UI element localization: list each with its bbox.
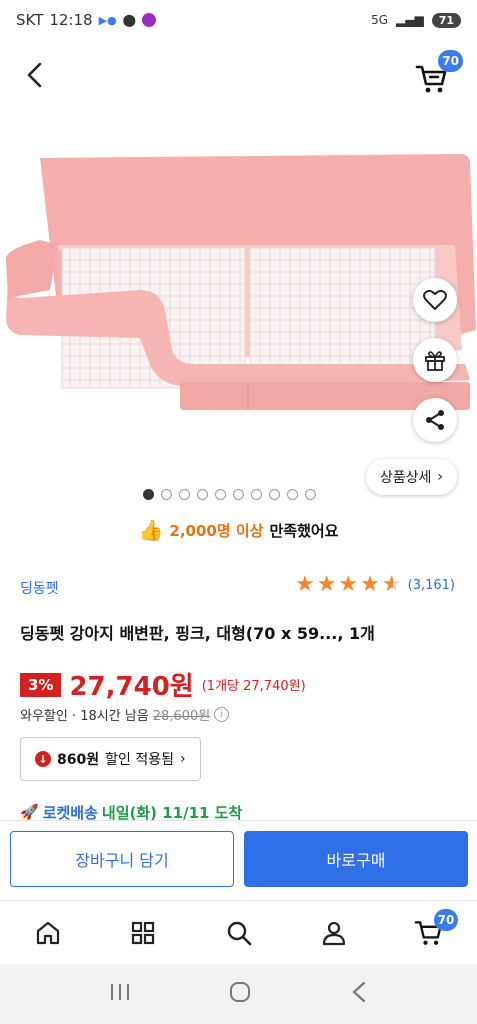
- add-to-cart-button[interactable]: 장바구니 담기: [10, 831, 234, 887]
- star-icon: ★: [316, 572, 337, 597]
- share-icon: [426, 410, 444, 430]
- header-cart-button[interactable]: 70: [413, 50, 463, 96]
- coupon-discount-button[interactable]: ↓ 860원 할인 적용됨 ›: [20, 737, 201, 781]
- brand-link[interactable]: 딩동펫: [20, 578, 59, 598]
- product-image-gallery[interactable]: 상품상세 ›: [0, 110, 477, 510]
- gift-button[interactable]: [413, 338, 457, 382]
- notification-icon: ▶●: [98, 13, 117, 27]
- satisfaction-count: 2,000명 이상: [169, 521, 264, 540]
- nav-cart[interactable]: 70: [382, 901, 477, 964]
- down-arrow-icon: ↓: [35, 751, 51, 767]
- home-icon: [36, 921, 59, 944]
- pagination-dot[interactable]: [233, 489, 244, 500]
- pill-icon: ⬤: [122, 13, 137, 27]
- product-title: 딩동펫 강아지 배변판, 핑크, 대형(70 x 59..., 1개: [20, 624, 375, 643]
- search-icon: [227, 921, 251, 945]
- bottom-navigation: 70: [0, 900, 477, 964]
- signal-icon: ▂▄▆: [396, 13, 424, 27]
- discount-badge: 3%: [20, 672, 62, 697]
- star-icon: ★: [360, 572, 380, 597]
- unit-price: (1개당 27,740원): [201, 679, 306, 694]
- delivery-info: 🚀 로켓배송 내일(화) 11/11 도착: [20, 802, 242, 822]
- top-navigation: 70: [0, 50, 477, 100]
- coupon-amount: 860원: [57, 752, 100, 768]
- buy-now-button[interactable]: 바로구매: [244, 831, 468, 887]
- home-circle-icon: [230, 982, 251, 1002]
- recent-apps-button[interactable]: [108, 982, 132, 1006]
- satisfaction-suffix: 만족했어요: [269, 521, 339, 540]
- wow-discount-row: 와우할인 · 18시간 남음 28,600원 i: [20, 705, 230, 724]
- carrier-label: SKT: [16, 11, 44, 29]
- wishlist-button[interactable]: [413, 278, 457, 322]
- pagination-dot[interactable]: [143, 489, 154, 500]
- delivery-date: 내일(화) 11/11 도착: [101, 803, 243, 822]
- thumbs-up-icon: 👍: [138, 518, 164, 542]
- pagination-dot[interactable]: [287, 489, 298, 500]
- wow-discount-label: 와우할인 · 18시간 남음: [20, 709, 149, 724]
- network-label: 5G: [371, 13, 388, 27]
- original-price: 28,600원: [152, 709, 211, 724]
- cart-count-badge: 70: [433, 909, 459, 931]
- half-star-icon: ★: [381, 572, 402, 597]
- pagination-dot[interactable]: [251, 489, 262, 500]
- pagination-dot[interactable]: [197, 489, 208, 500]
- image-pagination: [143, 489, 316, 500]
- purchase-action-bar: 장바구니 담기 바로구매: [0, 820, 477, 900]
- pagination-dot[interactable]: [161, 489, 172, 500]
- user-icon: [322, 921, 346, 945]
- info-icon[interactable]: i: [214, 707, 230, 722]
- pagination-dot[interactable]: [215, 489, 226, 500]
- rocket-icon: 🚀: [20, 803, 39, 821]
- cart-count-badge: 70: [438, 50, 463, 72]
- app-notification-icon: [142, 13, 157, 27]
- heart-icon: [423, 289, 447, 311]
- pagination-dot[interactable]: [305, 489, 316, 500]
- battery-indicator: 71: [431, 12, 461, 28]
- pagination-dot[interactable]: [269, 489, 280, 500]
- nav-home[interactable]: [0, 901, 95, 964]
- nav-category[interactable]: [95, 901, 190, 964]
- share-button[interactable]: [413, 398, 457, 442]
- status-bar: SKT 12:18 ▶● ⬤ 5G ▂▄▆ 71: [0, 0, 477, 40]
- chevron-right-icon: ›: [437, 469, 443, 485]
- recent-apps-icon: [111, 984, 130, 1000]
- system-navigation-bar: [0, 964, 477, 1024]
- satisfaction-banner: 👍 2,000명 이상 만족했어요: [0, 518, 477, 542]
- pagination-dot[interactable]: [179, 489, 190, 500]
- price-row: 3% 27,740원 (1개당 27,740원): [20, 666, 306, 703]
- product-image: [5, 154, 476, 410]
- rocket-delivery-label: 로켓배송: [42, 803, 98, 822]
- product-detail-button[interactable]: 상품상세 ›: [365, 459, 457, 495]
- category-icon: [132, 921, 155, 944]
- product-detail-label: 상품상세: [379, 470, 432, 486]
- nav-search[interactable]: [191, 901, 286, 964]
- clock: 12:18: [49, 11, 93, 29]
- back-icon: [352, 981, 365, 1003]
- home-system-button[interactable]: [228, 980, 252, 1008]
- system-back-button[interactable]: [349, 980, 369, 1008]
- back-button[interactable]: [18, 58, 52, 92]
- sale-price: 27,740원: [69, 672, 194, 702]
- back-arrow-icon: [27, 62, 42, 88]
- nav-my[interactable]: [286, 901, 381, 964]
- review-count: (3,161): [407, 577, 455, 593]
- gift-icon: [425, 351, 445, 371]
- chevron-right-icon: ›: [179, 751, 186, 767]
- star-icon: ★: [294, 572, 315, 597]
- rating-summary[interactable]: ★ ★ ★ ★ ★ (3,161): [295, 574, 455, 596]
- star-icon: ★: [338, 572, 359, 597]
- coupon-label: 할인 적용됨: [105, 752, 174, 768]
